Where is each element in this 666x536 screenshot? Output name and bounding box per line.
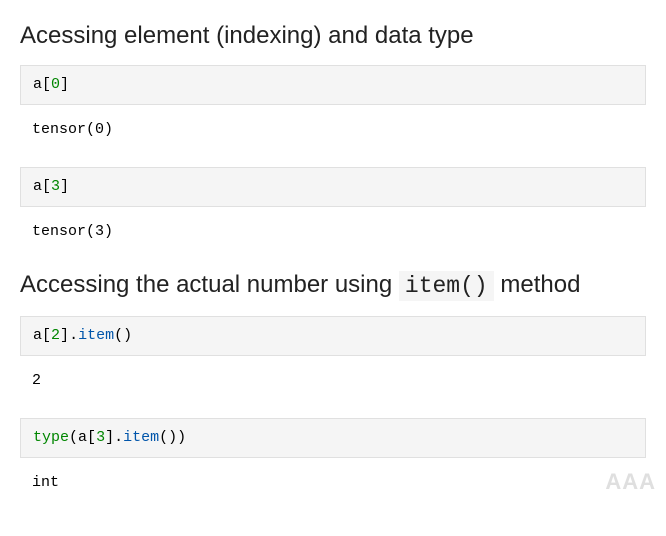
code-token: ] xyxy=(60,327,69,344)
code-token: ] xyxy=(105,429,114,446)
heading-text-pre: Accessing the actual number using xyxy=(20,271,399,298)
code-token: () xyxy=(114,327,132,344)
inline-code-item: item() xyxy=(399,271,494,301)
code-cell-type-a3-item: type(a[3].item()) xyxy=(20,418,646,458)
output-cell-a2-item: 2 xyxy=(20,360,646,408)
code-token: item xyxy=(123,429,159,446)
section-heading-item: Accessing the actual number using item()… xyxy=(20,269,646,302)
code-token: 3 xyxy=(51,178,60,195)
code-token: ] xyxy=(60,76,69,93)
code-token: [ xyxy=(42,178,51,195)
code-token: [ xyxy=(42,76,51,93)
code-token: [ xyxy=(87,429,96,446)
code-token: item xyxy=(78,327,114,344)
code-token: a xyxy=(33,76,42,93)
code-token: () xyxy=(159,429,177,446)
code-token: ( xyxy=(69,429,78,446)
code-token: ) xyxy=(177,429,186,446)
code-token: . xyxy=(114,429,123,446)
code-token: type xyxy=(33,429,69,446)
output-cell-type-a3-item: int xyxy=(20,462,646,510)
output-cell-a0: tensor(0) xyxy=(20,109,646,157)
heading-text-post: method xyxy=(494,271,581,298)
code-token: 0 xyxy=(51,76,60,93)
code-token: a xyxy=(33,178,42,195)
code-token: . xyxy=(69,327,78,344)
code-token: a xyxy=(78,429,87,446)
code-token: [ xyxy=(42,327,51,344)
code-token: a xyxy=(33,327,42,344)
code-cell-a0: a[0] xyxy=(20,65,646,105)
output-cell-a3: tensor(3) xyxy=(20,211,646,259)
code-token: 3 xyxy=(96,429,105,446)
section-heading-indexing: Acessing element (indexing) and data typ… xyxy=(20,20,646,51)
code-cell-a3: a[3] xyxy=(20,167,646,207)
code-cell-a2-item: a[2].item() xyxy=(20,316,646,356)
code-token: ] xyxy=(60,178,69,195)
code-token: 2 xyxy=(51,327,60,344)
